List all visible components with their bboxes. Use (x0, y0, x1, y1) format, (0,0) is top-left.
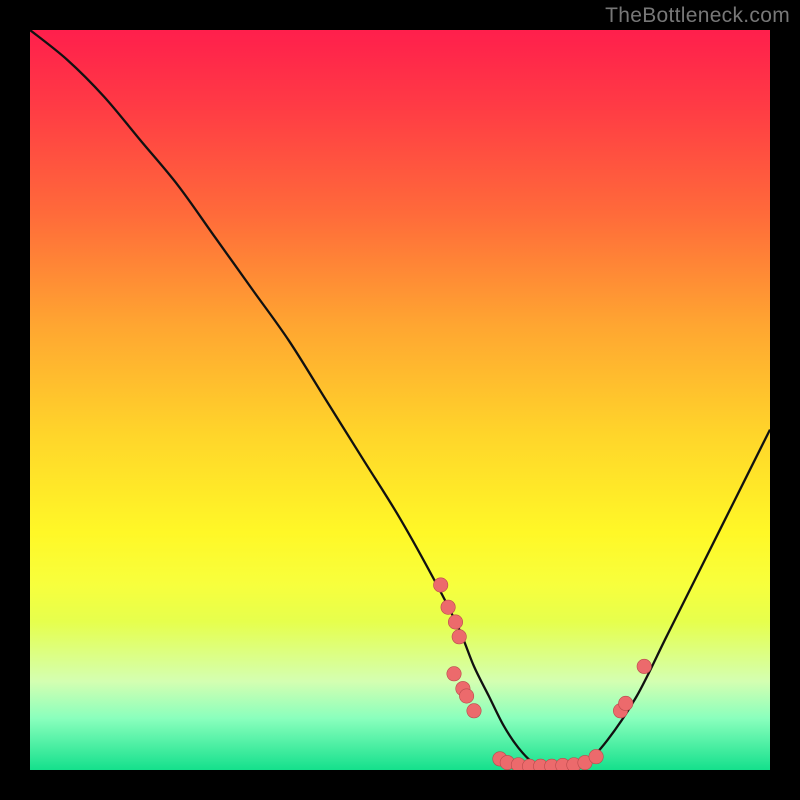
data-point (637, 659, 651, 673)
data-point (452, 630, 466, 644)
data-point (619, 696, 633, 710)
data-point (459, 689, 473, 703)
chart-svg (30, 30, 770, 770)
data-point (467, 704, 481, 718)
bottleneck-curve (30, 30, 770, 767)
data-point (441, 600, 455, 614)
data-points (434, 578, 652, 770)
chart-stage: TheBottleneck.com (0, 0, 800, 800)
plot-area (30, 30, 770, 770)
data-point (434, 578, 448, 592)
data-point (447, 667, 461, 681)
watermark-text: TheBottleneck.com (605, 4, 790, 28)
data-point (448, 615, 462, 629)
data-point (589, 749, 603, 763)
